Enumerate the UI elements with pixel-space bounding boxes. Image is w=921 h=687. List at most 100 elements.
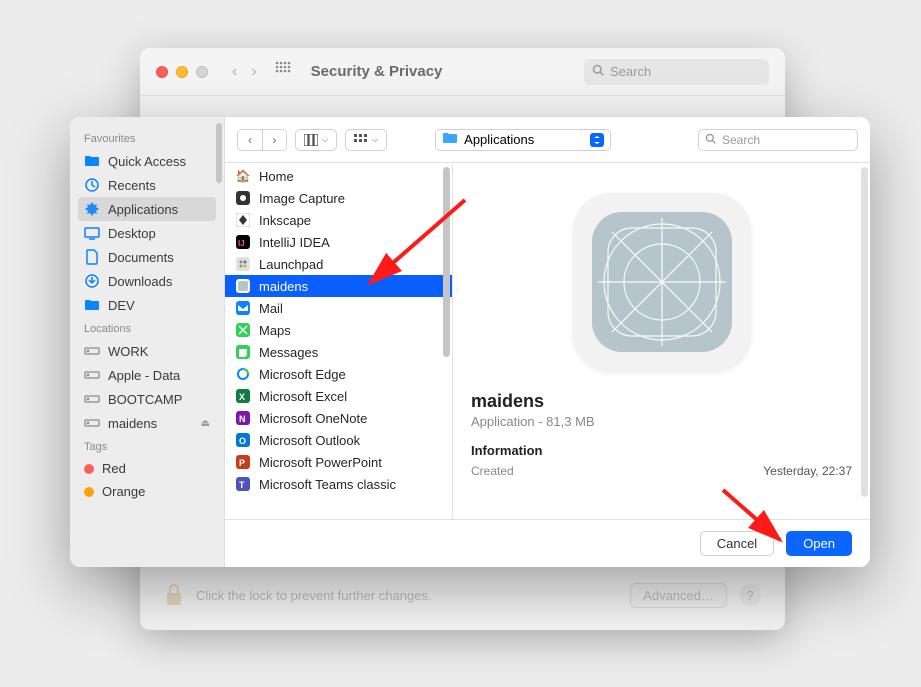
list-item[interactable]: OMicrosoft Outlook — [225, 429, 452, 451]
dialog-search[interactable]: Search — [698, 129, 858, 151]
sidebar-item-dev[interactable]: DEV — [70, 293, 224, 317]
grid-icon[interactable] — [275, 61, 291, 82]
list-item[interactable]: Inkscape — [225, 209, 452, 231]
svg-text:T: T — [239, 480, 245, 490]
dialog-toolbar: ‹ › ⌵ ⌵ Applications Search — [225, 117, 870, 163]
app-icon: T — [235, 476, 251, 492]
grid-icon — [354, 134, 368, 146]
list-label: maidens — [259, 279, 308, 294]
search-icon — [705, 133, 716, 147]
location-popup[interactable]: Applications — [435, 129, 611, 151]
app-icon — [235, 300, 251, 316]
back-icon[interactable]: ‹ — [228, 61, 241, 83]
back-button[interactable]: ‹ — [238, 130, 262, 150]
chevron-down-icon: ⌵ — [372, 135, 378, 145]
app-icon: 🏠 — [235, 168, 251, 184]
lock-icon[interactable] — [164, 583, 184, 607]
sidebar-item-downloads[interactable]: Downloads — [70, 269, 224, 293]
list-label: Microsoft Edge — [259, 367, 346, 382]
bg-lock-text: Click the lock to prevent further change… — [196, 588, 618, 603]
sidebar-item-documents[interactable]: Documents — [70, 245, 224, 269]
list-item[interactable]: Microsoft Edge — [225, 363, 452, 385]
minimize-icon[interactable] — [176, 66, 188, 78]
sidebar-scrollbar[interactable] — [216, 123, 222, 183]
disk-icon — [84, 343, 100, 359]
app-icon — [235, 212, 251, 228]
view-columns-button[interactable]: ⌵ — [295, 129, 337, 151]
preview-scrollbar[interactable] — [861, 167, 868, 497]
section-locations: Locations — [70, 317, 224, 339]
preview-app-icon — [573, 193, 751, 371]
sidebar-label: Quick Access — [108, 154, 186, 169]
list-item[interactable]: TMicrosoft Teams classic — [225, 473, 452, 495]
section-favourites: Favourites — [70, 127, 224, 149]
cancel-button[interactable]: Cancel — [700, 531, 774, 556]
app-icon: X — [235, 388, 251, 404]
sidebar-item-applications[interactable]: Applications — [78, 197, 216, 221]
dialog-main: ‹ › ⌵ ⌵ Applications Search — [225, 117, 870, 567]
close-icon[interactable] — [156, 66, 168, 78]
app-icon — [235, 322, 251, 338]
clock-icon — [84, 177, 100, 193]
sidebar-tag-orange[interactable]: Orange — [70, 480, 224, 503]
bg-toolbar: ‹ › Security & Privacy Search — [140, 48, 785, 96]
forward-button[interactable]: › — [262, 130, 286, 150]
file-list[interactable]: 🏠Home Image Capture Inkscape IJ IntelliJ … — [225, 163, 453, 519]
list-item[interactable]: Messages — [225, 341, 452, 363]
list-item[interactable]: IJ IntelliJ IDEA — [225, 231, 452, 253]
list-item[interactable]: Mail — [225, 297, 452, 319]
list-label: Microsoft Excel — [259, 389, 347, 404]
list-label: Launchpad — [259, 257, 323, 272]
advanced-button[interactable]: Advanced… — [630, 583, 727, 608]
nav-segment: ‹ › — [237, 129, 287, 151]
sidebar-item-apple-data[interactable]: Apple - Data — [70, 363, 224, 387]
list-item[interactable]: X Microsoft Excel — [225, 385, 452, 407]
view-options-button[interactable]: ⌵ — [345, 129, 387, 151]
zoom-icon[interactable] — [196, 66, 208, 78]
list-label: Messages — [259, 345, 318, 360]
location-label: Applications — [464, 132, 534, 147]
list-label: Mail — [259, 301, 283, 316]
list-scrollbar[interactable] — [443, 167, 450, 357]
sidebar-item-recents[interactable]: Recents — [70, 173, 224, 197]
dropdown-chevron-icon — [590, 133, 604, 147]
eject-icon[interactable]: ⏏ — [201, 418, 210, 429]
list-item[interactable]: Image Capture — [225, 187, 452, 209]
dialog-footer: Cancel Open — [225, 519, 870, 567]
window-controls[interactable] — [156, 66, 208, 78]
sidebar-item-maidens-disk[interactable]: maidens ⏏ — [70, 411, 224, 435]
section-tags: Tags — [70, 435, 224, 457]
list-item[interactable]: Maps — [225, 319, 452, 341]
doc-icon — [84, 249, 100, 265]
download-icon — [84, 273, 100, 289]
bg-search[interactable]: Search — [584, 59, 769, 85]
sidebar-label: BOOTCAMP — [108, 392, 182, 407]
list-item[interactable]: Launchpad — [225, 253, 452, 275]
list-item[interactable]: NMicrosoft OneNote — [225, 407, 452, 429]
app-icon — [235, 256, 251, 272]
forward-icon[interactable]: › — [247, 61, 260, 83]
app-icon — [235, 278, 251, 294]
sidebar-item-desktop[interactable]: Desktop — [70, 221, 224, 245]
list-label: IntelliJ IDEA — [259, 235, 330, 250]
app-icon: P — [235, 454, 251, 470]
list-item[interactable]: 🏠Home — [225, 165, 452, 187]
sidebar-tag-red[interactable]: Red — [70, 457, 224, 480]
help-button[interactable]: ? — [739, 584, 761, 606]
bg-title: Security & Privacy — [311, 63, 574, 80]
search-placeholder: Search — [722, 133, 760, 147]
list-item-maidens[interactable]: maidens — [225, 275, 452, 297]
sidebar-label: Applications — [108, 202, 178, 217]
sidebar-label: maidens — [108, 416, 157, 431]
svg-text:X: X — [239, 392, 245, 402]
disk-icon — [84, 415, 100, 431]
sidebar-label: Downloads — [108, 274, 172, 289]
list-item[interactable]: PMicrosoft PowerPoint — [225, 451, 452, 473]
sidebar-label: Desktop — [108, 226, 156, 241]
sidebar-item-bootcamp[interactable]: BOOTCAMP — [70, 387, 224, 411]
svg-text:IJ: IJ — [238, 239, 245, 248]
preview-info-heading: Information — [471, 443, 852, 458]
open-button[interactable]: Open — [786, 531, 852, 556]
sidebar-item-quick-access[interactable]: Quick Access — [70, 149, 224, 173]
sidebar-item-work[interactable]: WORK — [70, 339, 224, 363]
